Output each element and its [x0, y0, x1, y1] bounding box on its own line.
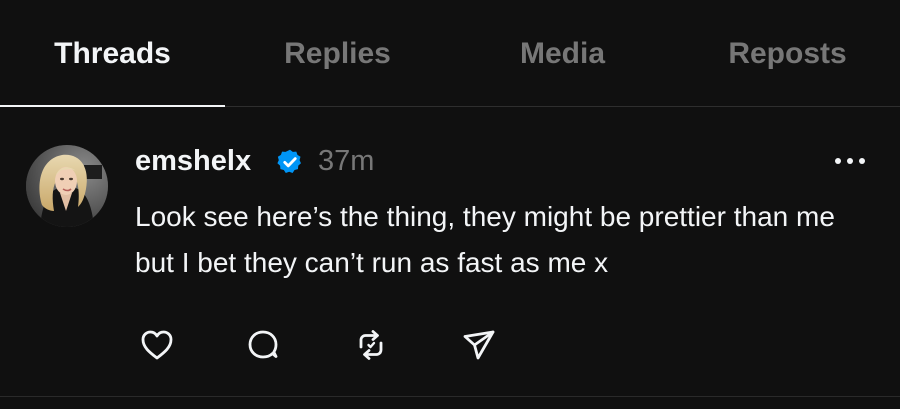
post-text: Look see here’s the thing, they might be…	[135, 201, 835, 278]
more-options-icon[interactable]	[828, 147, 872, 175]
avatar[interactable]	[26, 145, 108, 227]
avatar-image	[26, 145, 108, 227]
post-timestamp: 37m	[318, 145, 375, 177]
share-button[interactable]	[457, 323, 501, 367]
reply-button[interactable]	[241, 323, 285, 367]
heart-icon	[141, 330, 173, 360]
share-icon	[463, 330, 495, 360]
tab-media[interactable]: Media	[450, 0, 675, 107]
repost-icon	[359, 330, 383, 360]
like-button[interactable]	[135, 323, 179, 367]
profile-tabs: Threads Replies Media Reposts	[0, 0, 900, 107]
comment-icon	[248, 330, 278, 359]
username[interactable]: emshelx	[135, 143, 251, 179]
repost-button[interactable]	[349, 323, 393, 367]
tab-replies[interactable]: Replies	[225, 0, 450, 107]
tab-threads[interactable]: Threads	[0, 0, 225, 107]
post-divider	[0, 396, 900, 397]
thread-post[interactable]: emshelx 37m Look see here’s the thing, t…	[0, 107, 900, 396]
threads-profile-page: Threads Replies Media Reposts emshelx 37…	[0, 0, 900, 409]
tab-reposts[interactable]: Reposts	[675, 0, 900, 107]
verified-badge-icon	[276, 148, 304, 176]
post-actions	[135, 323, 535, 367]
